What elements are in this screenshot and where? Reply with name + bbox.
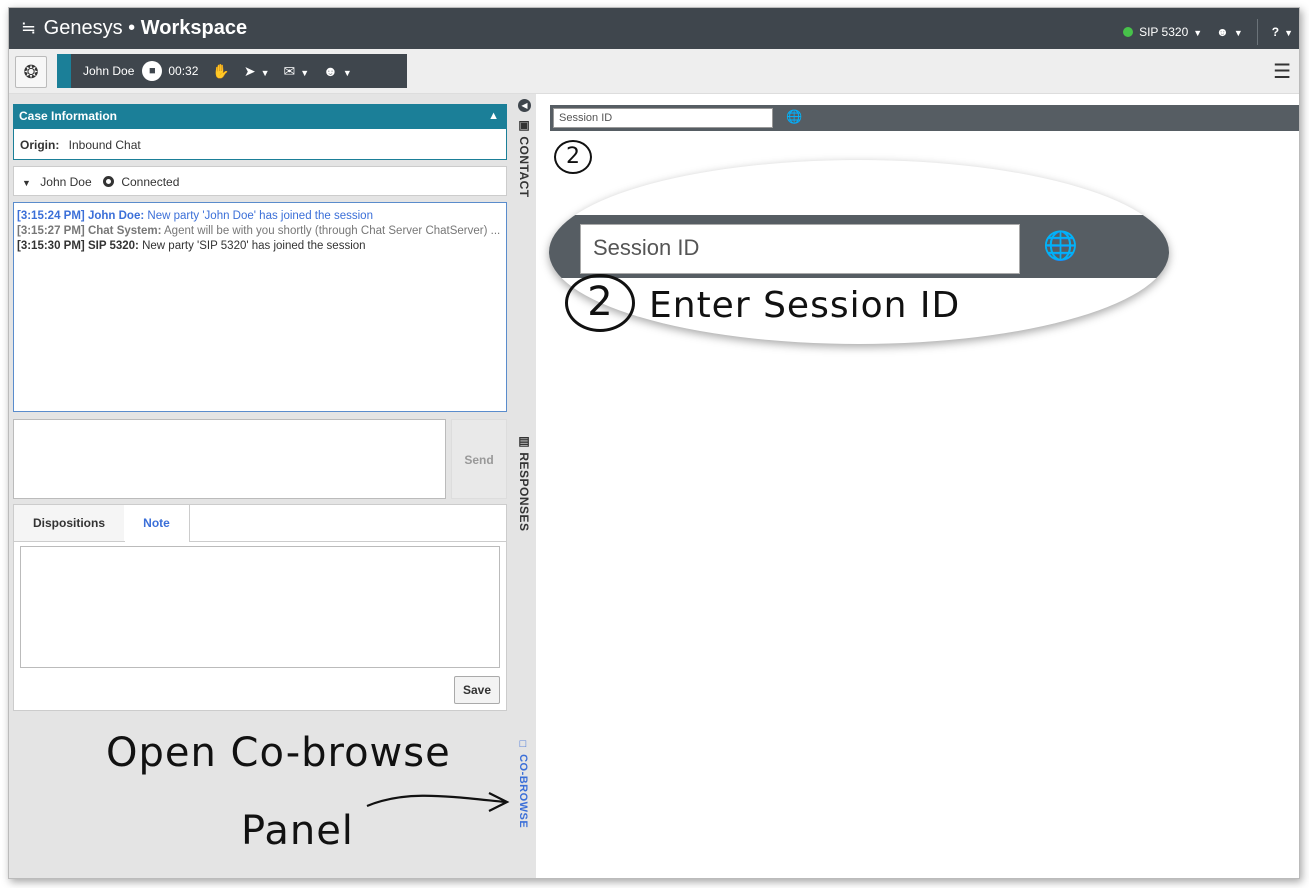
side-tab-strip: ◀ ▣ CONTACT ▤ RESPONSES □ CO-BROWSE (514, 94, 536, 878)
transfer-chat-icon[interactable]: ➤ ▼ (244, 63, 270, 80)
chevron-down-icon: ▼ (1193, 28, 1203, 38)
case-information-header[interactable]: Case Information ▲ (13, 104, 507, 128)
tab-strip-fill (189, 505, 506, 542)
chevron-down-icon: ▼ (1284, 28, 1293, 38)
caret-down-icon: ▼ (22, 178, 31, 188)
enter-session-annotation: Enter Session ID (649, 285, 961, 326)
tab-note[interactable]: Note (124, 505, 190, 541)
conference-chat-icon[interactable]: ✉ ▼ (284, 63, 310, 80)
agent-status-dropdown[interactable]: SIP 5320 ▼ (1123, 25, 1202, 39)
collapse-panel-icon[interactable]: ◀ (518, 99, 531, 112)
panel-annotation: Panel (241, 808, 354, 854)
zoom-globe-icon: 🌐 (1043, 230, 1078, 261)
responses-side-tab-label: RESPONSES (517, 452, 531, 532)
chat-transcript: [3:15:24 PM] John Doe: New party 'John D… (13, 202, 507, 412)
contact-card-icon: ▣ (517, 118, 531, 133)
active-interaction-bar[interactable]: John Doe ■ 00:32 ✋ ➤ ▼ ✉ ▼ ☻ ▼ (57, 54, 407, 88)
arrow-icon (366, 792, 510, 812)
workspace-window: ≒ Genesys • Workspace SIP 5320 ▼ ☻ ▼ ? ▼ ❂ … (8, 7, 1300, 879)
session-id-input[interactable]: Session ID (553, 108, 773, 128)
party-status: Connected (121, 175, 180, 189)
genesys-logo: ≒ Genesys • Workspace (21, 17, 247, 40)
contact-side-tab[interactable]: ▣ CONTACT (517, 118, 531, 198)
top-bar: ≒ Genesys • Workspace SIP 5320 ▼ ☻ ▼ ? ▼ (9, 8, 1299, 49)
hamburger-menu-icon[interactable]: ☰ (1273, 59, 1291, 84)
cobrowse-icon: □ (517, 738, 529, 751)
chevron-down-icon: ▼ (1233, 28, 1243, 38)
contact-side-tab-label: CONTACT (517, 136, 531, 198)
main-menu-icon: ❂ (23, 62, 39, 82)
party-name: John Doe (40, 175, 92, 189)
genesys-logo-icon: ≒ (21, 18, 37, 38)
note-textarea[interactable] (20, 546, 500, 668)
globe-icon[interactable]: 🌐 (786, 109, 802, 125)
brand-separator: • (128, 17, 136, 39)
tab-dispositions[interactable]: Dispositions (14, 505, 125, 542)
responses-side-tab[interactable]: ▤ RESPONSES (517, 434, 531, 532)
case-information-title: Case Information (19, 109, 118, 123)
agent-menu-dropdown[interactable]: ☻ ▼ (1216, 25, 1243, 39)
save-button[interactable]: Save (454, 676, 500, 704)
chat-icon: ■ (142, 61, 163, 81)
agent-status-label: SIP 5320 (1139, 25, 1189, 39)
dispositions-note-panel: Dispositions Note Save (13, 504, 507, 711)
end-chat-icon[interactable]: ✋ (212, 63, 229, 80)
interaction-timer: 00:32 (168, 64, 199, 78)
chat-compose-input[interactable] (13, 419, 446, 499)
agent-icon: ☻ (1216, 25, 1229, 39)
zoom-step-number-badge: 2 (565, 274, 635, 332)
step-number-badge: 2 (554, 140, 592, 174)
cobrowse-side-tab[interactable]: □ CO-BROWSE (517, 738, 529, 828)
ready-status-icon (1123, 27, 1134, 37)
party-actions-icon[interactable]: ☻ ▼ (323, 63, 352, 79)
app-title: Workspace (140, 17, 248, 39)
help-icon: ? (1271, 25, 1280, 39)
open-cobrowse-annotation: Open Co-browse (106, 730, 451, 776)
divider (1256, 19, 1258, 45)
interaction-indicator (57, 54, 71, 88)
book-icon: ▤ (517, 434, 531, 449)
interaction-toolbar: ❂ John Doe ■ 00:32 ✋ ➤ ▼ ✉ ▼ ☻ ▼ ☰ (9, 49, 1299, 94)
brand-name: Genesys (43, 17, 123, 39)
transcript-line: [3:15:27 PM] Chat System: Agent will be … (17, 225, 501, 237)
transcript-line: [3:15:30 PM] SIP 5320: New party 'SIP 53… (17, 240, 366, 252)
session-toolbar: Session ID 🌐 (550, 105, 1299, 131)
main-menu-button[interactable]: ❂ (15, 56, 47, 88)
cobrowse-side-tab-label: CO-BROWSE (517, 754, 529, 829)
send-button[interactable]: Send (451, 419, 507, 499)
chevron-up-icon[interactable]: ▲ (488, 104, 499, 128)
case-origin-row: Origin: Inbound Chat (13, 128, 507, 160)
origin-value: Inbound Chat (68, 138, 141, 152)
origin-label: Origin: (20, 138, 60, 152)
contact-name: John Doe (83, 64, 135, 78)
help-dropdown[interactable]: ? ▼ (1272, 25, 1293, 39)
party-row[interactable]: ▼ John Doe Connected (13, 166, 507, 196)
transcript-line: [3:15:24 PM] John Doe: New party 'John D… (17, 210, 373, 222)
top-right-controls: SIP 5320 ▼ ☻ ▼ ? ▼ (1123, 19, 1293, 45)
zoom-session-id-input: Session ID (580, 224, 1020, 274)
connected-icon (102, 176, 114, 187)
